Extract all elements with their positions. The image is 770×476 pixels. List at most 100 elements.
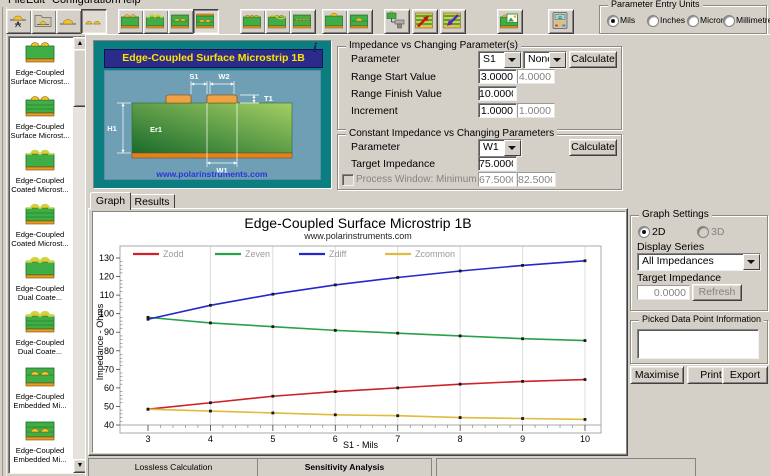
maximise-button[interactable]: Maximise [630, 366, 684, 384]
radio-2d[interactable] [638, 226, 650, 238]
picked-data-point-title: Picked Data Point Information [639, 314, 764, 324]
process-min-input[interactable] [478, 172, 517, 187]
radio-mils[interactable] [607, 15, 619, 27]
range-start-secondary-input[interactable] [517, 69, 555, 84]
display-series-value: All Impedances [642, 255, 714, 267]
structure-icon [23, 56, 57, 68]
increment-secondary-input[interactable] [517, 103, 555, 118]
svg-text:40: 40 [104, 420, 114, 430]
bottom-tab-sensitivity-analysis[interactable]: Sensitivity Analysis [257, 458, 432, 476]
chart[interactable]: Edge-Coupled Surface Microstrip 1Bwww.po… [92, 211, 626, 453]
single-microstrip-button[interactable] [56, 9, 82, 34]
coated-microstrip-board-button[interactable] [143, 9, 169, 34]
graph-target-impedance-label: Target Impedance [637, 272, 721, 284]
radio-3d[interactable] [697, 226, 709, 238]
display-series-label: Display Series [637, 241, 704, 253]
svg-text:10: 10 [580, 434, 590, 444]
refresh-button[interactable]: Refresh [692, 284, 742, 301]
calculate-impedance-button[interactable]: Calculate [569, 51, 617, 68]
structure-item-6[interactable]: Edge-CoupledDual Coate... [10, 309, 70, 363]
export-image-button[interactable] [497, 9, 523, 34]
constant-group-title: Constant Impedance vs Changing Parameter… [346, 128, 557, 139]
range-finish-label: Range Finish Value [351, 88, 442, 100]
differential-pair-button[interactable] [81, 9, 107, 34]
target-impedance-input[interactable] [478, 156, 517, 171]
svg-text:Edge-Coupled Surface Microstri: Edge-Coupled Surface Microstrip 1B [244, 215, 471, 231]
structure-item-label: Edge-CoupledSurface Microst... [10, 123, 70, 140]
structure-diagram: Edge-Coupled Surface Microstrip 1B [93, 40, 332, 189]
broadside-stripline-board-button[interactable] [347, 9, 373, 34]
increment-label: Increment [351, 105, 398, 117]
surface-microstrip-board-button[interactable] [118, 9, 144, 34]
single-trace-person-button[interactable] [6, 9, 32, 34]
structure-icon [23, 326, 57, 338]
radio-3d-label: 3D [711, 226, 724, 238]
edge-coupled-coated-board-button[interactable] [265, 9, 291, 34]
diagram-cross-section: S1 W2 T1 H1 Er1 W1 www.polarinstruments.… [104, 70, 321, 180]
structure-item-label: Edge-CoupledSurface Microst... [10, 69, 70, 86]
structure-item-5[interactable]: Edge-CoupledDual Coate... [10, 255, 70, 309]
structure-item-4[interactable]: Edge-CoupledCoated Microst... [10, 201, 70, 255]
chevron-down-icon[interactable] [504, 52, 521, 68]
structure-analyzer-button[interactable] [384, 9, 410, 34]
info-icon[interactable]: i [313, 41, 325, 55]
radio-microns[interactable] [687, 15, 699, 27]
process-window-checkbox[interactable] [342, 174, 354, 186]
structure-item-2[interactable]: Edge-CoupledSurface Microst... [10, 93, 70, 147]
stripline-board-button[interactable] [193, 9, 219, 34]
target-impedance-label: Target Impedance [351, 158, 435, 170]
tab-graph-label: Graph [96, 195, 125, 207]
parameter-label: Parameter [351, 53, 400, 65]
constant-parameter-label: Parameter [351, 141, 400, 153]
broadside-coated-board-button[interactable] [322, 9, 348, 34]
radio-millimetres[interactable] [723, 15, 735, 27]
svg-text:60: 60 [104, 383, 114, 393]
range-start-label: Range Start Value [351, 71, 436, 83]
svg-text:Zdiff: Zdiff [329, 249, 347, 259]
structure-list-scrollbar[interactable]: ▲ ▼ [73, 37, 85, 473]
chevron-down-icon[interactable] [549, 52, 566, 68]
structure-item-1[interactable]: Edge-CoupledSurface Microst... [10, 39, 70, 93]
radio-inches[interactable] [647, 15, 659, 27]
goal-seek-increase-button[interactable] [412, 9, 438, 34]
structure-item-label: Edge-CoupledDual Coate... [10, 285, 70, 302]
dim-label-er1: Er1 [150, 125, 162, 134]
chevron-down-icon[interactable] [743, 254, 760, 270]
constant-parameter-select[interactable]: W1 [478, 139, 522, 157]
window-border [2, 0, 3, 476]
dim-label-s1: S1 [189, 72, 198, 81]
edge-coupled-embedded-board-button[interactable] [290, 9, 316, 34]
chevron-down-icon[interactable] [504, 140, 521, 156]
parameter1-value: S1 [483, 53, 496, 65]
parameter2-select[interactable]: None [523, 51, 567, 69]
embedded-microstrip-board-button[interactable] [168, 9, 194, 34]
svg-text:Zcommon: Zcommon [415, 249, 455, 259]
svg-text:4: 4 [208, 434, 213, 444]
diagram-title-bar: Edge-Coupled Surface Microstrip 1B [104, 49, 323, 68]
tab-graph[interactable]: Graph [90, 192, 131, 210]
structure-item-7[interactable]: Edge-CoupledEmbedded Mi... [10, 363, 70, 417]
structure-icon [23, 272, 57, 284]
process-max-input[interactable] [517, 172, 556, 187]
structure-item-3[interactable]: Edge-CoupledCoated Microst... [10, 147, 70, 201]
edge-coupled-surface-board-button[interactable] [240, 9, 266, 34]
range-start-input[interactable] [478, 69, 517, 84]
structure-item-8[interactable]: Edge-CoupledEmbedded Mi... [10, 417, 70, 471]
parameter1-select[interactable]: S1 [478, 51, 522, 69]
calculate-constant-button[interactable]: Calculate [569, 139, 617, 156]
export-button[interactable]: Export [722, 366, 768, 384]
graph-target-impedance-input[interactable] [637, 285, 690, 300]
folder-structure-button[interactable] [31, 9, 57, 34]
bottom-tab-lossless-calculation[interactable]: Lossless Calculation [88, 458, 259, 476]
chart-svg[interactable]: Edge-Coupled Surface Microstrip 1Bwww.po… [93, 212, 623, 450]
radio-2d-label: 2D [652, 226, 665, 238]
increment-input[interactable] [478, 103, 517, 118]
constant-parameter-value: W1 [483, 141, 499, 153]
dim-label-h1: H1 [107, 124, 117, 133]
range-finish-input[interactable] [478, 86, 517, 101]
ohm-calculator-button[interactable]: Ω [548, 9, 574, 34]
picked-data-point-group: Picked Data Point Information [630, 320, 768, 364]
display-series-select[interactable]: All Impedances [637, 253, 761, 271]
goal-seek-decrease-button[interactable] [440, 9, 466, 34]
dim-label-w2: W2 [218, 72, 229, 81]
